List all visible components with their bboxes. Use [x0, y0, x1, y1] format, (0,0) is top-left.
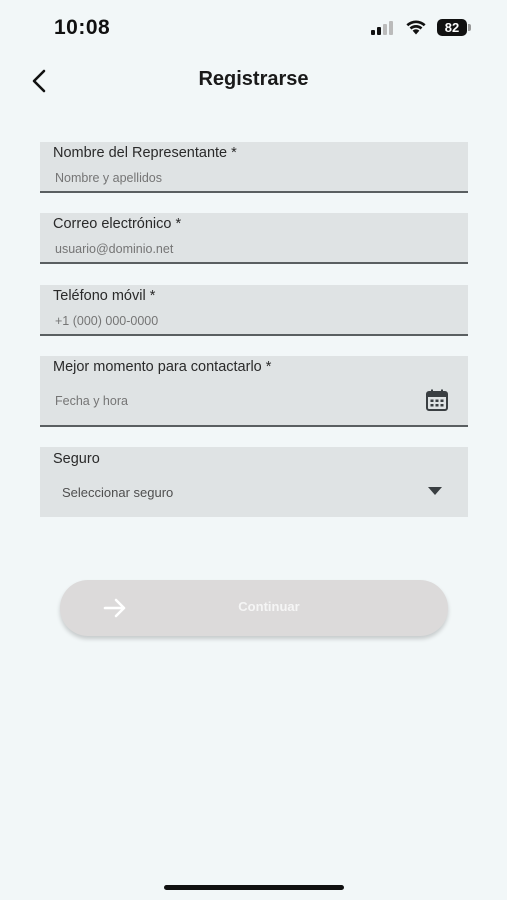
- email-field[interactable]: Correo electrónico *: [40, 213, 468, 264]
- home-indicator[interactable]: [164, 885, 344, 890]
- calendar-icon[interactable]: [425, 388, 449, 412]
- continue-label: Continuar: [238, 599, 300, 614]
- name-input[interactable]: [55, 171, 415, 185]
- phone-input[interactable]: [55, 314, 415, 328]
- insurance-select[interactable]: Seguro Seleccionar seguro: [40, 447, 468, 517]
- contact-time-label: Mejor momento para contactarlo *: [53, 359, 272, 375]
- status-time: 10:08: [54, 16, 111, 39]
- phone-field[interactable]: Teléfono móvil *: [40, 285, 468, 336]
- page-title: Registrarse: [198, 68, 309, 90]
- contact-time-input[interactable]: [55, 394, 415, 408]
- email-input[interactable]: [55, 242, 415, 256]
- continue-button[interactable]: Continuar: [60, 580, 448, 636]
- name-label: Nombre del Representante *: [53, 145, 237, 161]
- registration-screen: 10:08 82 Registrarse Nombre del Represen…: [0, 0, 507, 900]
- name-field[interactable]: Nombre del Representante *: [40, 142, 468, 193]
- status-bar: 10:08 82: [0, 0, 507, 56]
- battery-icon: 82: [437, 19, 467, 36]
- insurance-label: Seguro: [53, 451, 100, 467]
- signal-icon: [371, 21, 397, 35]
- email-label: Correo electrónico *: [53, 216, 182, 232]
- contact-time-field[interactable]: Mejor momento para contactarlo *: [40, 356, 468, 427]
- insurance-value: Seleccionar seguro: [62, 485, 174, 500]
- chevron-down-icon[interactable]: [428, 487, 442, 495]
- battery-tip: [468, 24, 471, 31]
- wifi-icon: [406, 20, 426, 35]
- phone-label: Teléfono móvil *: [53, 288, 156, 304]
